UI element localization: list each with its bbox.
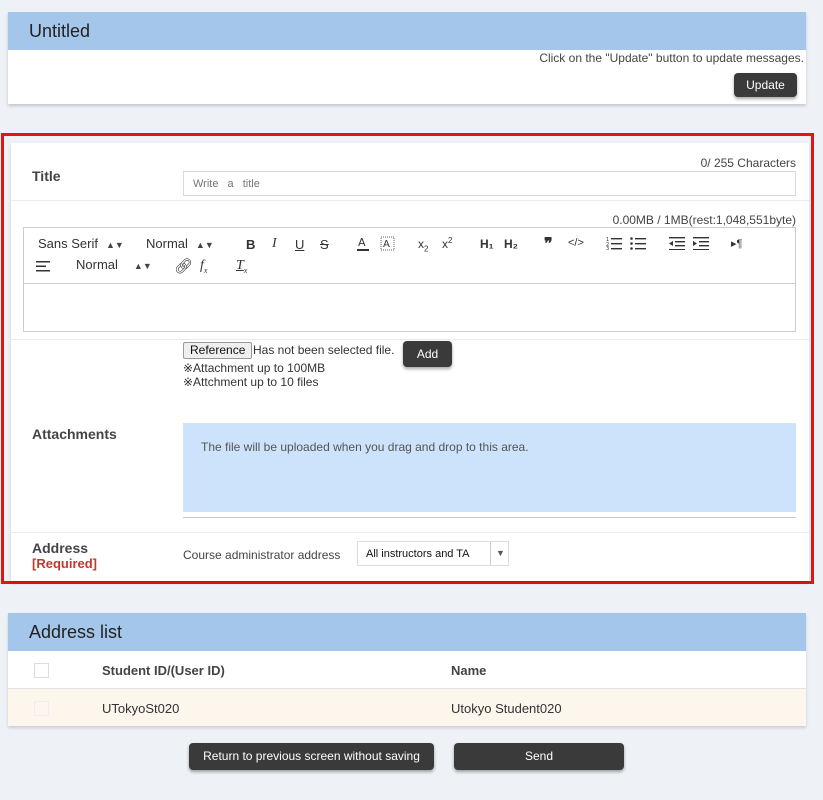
svg-text:A: A [358,236,366,249]
underline-icon[interactable]: U [295,237,304,252]
clear-format-icon[interactable]: Tx [236,258,247,275]
page-title: Untitled [8,12,806,50]
column-header-name: Name [451,663,487,678]
heading-1-icon[interactable]: H₁ [480,237,494,251]
divider [183,517,796,518]
attachments-label: Attachments [32,426,117,442]
text-color-icon[interactable]: A [356,236,370,252]
font-family-select[interactable]: Sans Serif ▲▼ [38,236,124,251]
svg-text:3: 3 [606,246,609,250]
address-field-label: Course administrator address [183,548,341,562]
row-student-name: Utokyo Student020 [451,701,562,716]
size-info: 0.00MB / 1MB(rest:1,048,551byte) [612,213,796,227]
update-button[interactable]: Update [734,73,797,97]
svg-text:A: A [383,239,390,250]
file-reference-button[interactable]: Reference [183,342,253,359]
divider [11,532,809,533]
divider [11,339,809,340]
subscript-icon[interactable]: x2 [418,237,428,253]
align-icon[interactable] [36,260,52,272]
indent-icon[interactable] [693,236,709,250]
font-size-select[interactable]: Normal ▲▼ [146,236,214,251]
font-size-value: Normal [146,236,188,251]
formula-icon[interactable]: fx [200,258,207,275]
required-marker: [Required] [32,556,97,571]
select-caret-icon: ▲▼ [105,240,124,250]
select-caret-icon: ▲▼ [133,261,152,271]
strikethrough-icon[interactable]: S [320,237,329,252]
send-button[interactable]: Send [454,743,624,770]
add-attachment-button[interactable]: Add [403,341,452,367]
address-select-value: All instructors and TA [366,548,470,560]
address-label: Address [32,540,89,556]
address-list-panel: Address list Student ID/(User ID) Name U… [8,613,806,726]
title-input[interactable] [183,171,796,196]
select-all-checkbox[interactable] [34,663,49,678]
char-count: 0/ 255 Characters [700,156,796,170]
message-form: Title 0/ 255 Characters 0.00MB / 1MB(res… [11,143,809,581]
table-row[interactable]: UTokyoSt020 Utokyo Student020 [8,689,806,726]
ordered-list-icon[interactable]: 123 [606,236,622,250]
file-status-text: Has not been selected file. [253,343,395,357]
outdent-icon[interactable] [669,236,685,250]
header-panel: Untitled Click on the "Update" button to… [8,12,806,104]
table-header: Student ID/(User ID) Name [8,651,806,689]
select-divider [490,542,491,565]
return-without-saving-button[interactable]: Return to previous screen without saving [189,743,434,770]
drop-zone-text: The file will be uploaded when you drag … [201,440,529,454]
background-color-icon[interactable]: A [380,236,396,252]
divider [11,200,809,201]
superscript-icon[interactable]: x2 [442,236,452,251]
column-header-id: Student ID/(User ID) [102,663,225,678]
editor-content-area[interactable] [24,284,795,331]
file-drop-zone[interactable]: The file will be uploaded when you drag … [183,423,796,512]
font-family-value: Sans Serif [38,236,98,251]
heading-2-icon[interactable]: H₂ [504,237,518,251]
link-icon[interactable]: 🔗︎ [174,257,193,275]
update-hint: Click on the "Update" button to update m… [539,51,804,65]
rich-text-editor: Sans Serif ▲▼ Normal ▲▼ B I U S A A x2 x2 … [23,227,796,332]
bullet-list-icon[interactable] [630,236,646,250]
heading-value: Normal [76,257,118,272]
address-select[interactable]: All instructors and TA ▼ [357,541,509,566]
italic-icon[interactable]: I [272,236,277,252]
attachment-count-note: ※Attchment up to 10 files [183,375,319,389]
heading-select[interactable]: Normal ▲▼ [76,257,152,272]
select-caret-icon: ▲▼ [195,240,214,250]
address-list-title: Address list [8,613,806,651]
bold-icon[interactable]: B [246,237,255,252]
attachment-size-note: ※Attachment up to 100MB [183,361,326,375]
row-student-id: UTokyoSt020 [102,701,180,716]
text-direction-icon[interactable]: ▸¶ [731,237,742,250]
form-highlight-frame: Title 0/ 255 Characters 0.00MB / 1MB(res… [1,133,814,584]
blockquote-icon[interactable]: ❞ [544,234,553,254]
chevron-down-icon: ▼ [496,548,505,558]
editor-toolbar: Sans Serif ▲▼ Normal ▲▼ B I U S A A x2 x2 … [24,228,795,284]
row-checkbox[interactable] [34,701,49,716]
code-block-icon[interactable]: </> [568,237,584,249]
title-label: Title [32,168,61,184]
